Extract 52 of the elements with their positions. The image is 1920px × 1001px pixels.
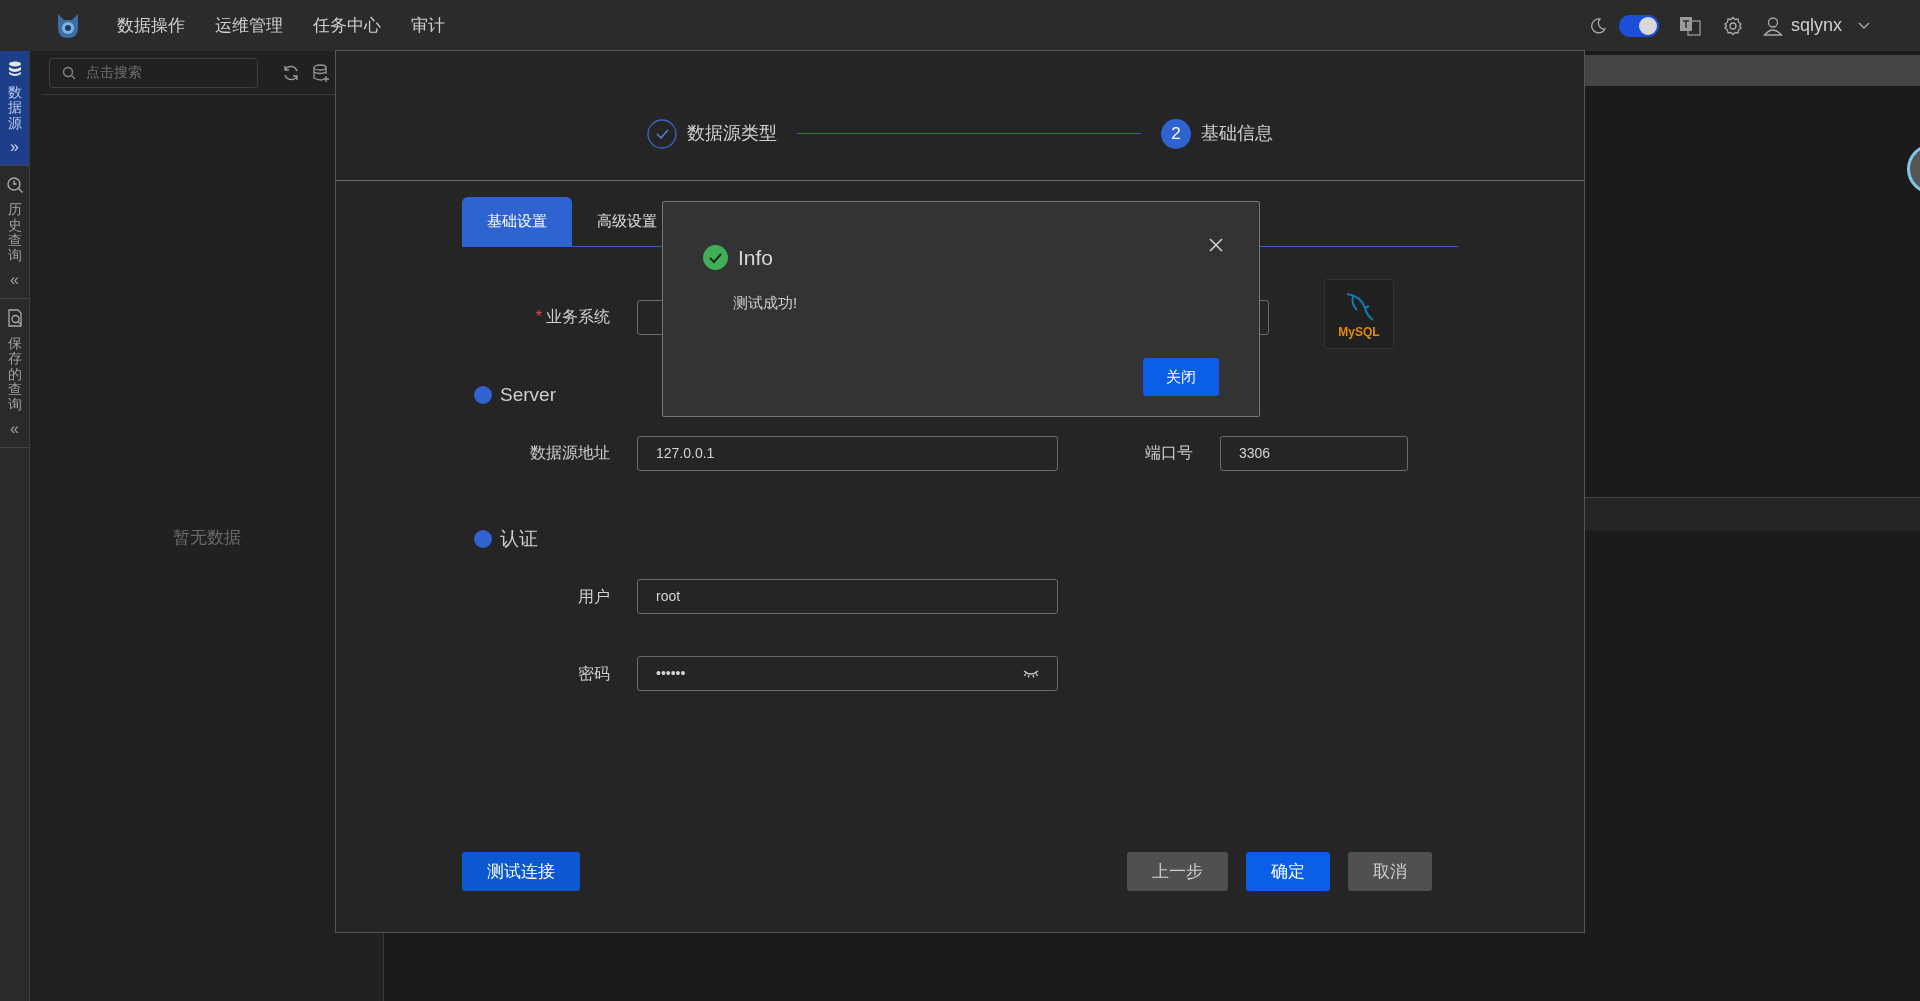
- side-rail-tab[interactable]: 历史查询 «: [0, 166, 29, 299]
- step-number: 2: [1161, 118, 1191, 149]
- footer-button[interactable]: 取消: [1348, 852, 1432, 891]
- moon-icon: [1588, 16, 1607, 35]
- field-label: 用户: [578, 586, 610, 607]
- chevron-icon[interactable]: »: [10, 139, 19, 156]
- dialog-title: Info: [738, 245, 774, 271]
- chevron-icon[interactable]: «: [10, 271, 19, 288]
- mysql-logo: MySQL: [1324, 279, 1394, 349]
- saved-search-icon: [6, 308, 23, 328]
- step-label: 基础信息: [1201, 122, 1273, 145]
- database-icon: [7, 61, 22, 77]
- chevron-down-icon[interactable]: [1858, 21, 1870, 30]
- section-title: Server: [500, 383, 556, 407]
- add-database-icon[interactable]: [312, 63, 330, 82]
- password-field[interactable]: ••••••: [637, 656, 1058, 691]
- input-field[interactable]: root: [637, 579, 1058, 614]
- field-label: 端口号: [1145, 443, 1193, 463]
- chevron-icon[interactable]: «: [10, 420, 19, 437]
- field-label: 密码: [578, 663, 610, 684]
- footer-button[interactable]: 确定: [1246, 852, 1330, 891]
- eye-closed-icon[interactable]: [1023, 668, 1039, 679]
- menu-item[interactable]: 运维管理: [215, 12, 283, 39]
- test-connection-button[interactable]: 测试连接: [462, 852, 580, 891]
- settings-icon[interactable]: [1722, 15, 1743, 36]
- input-field[interactable]: 3306: [1220, 435, 1408, 471]
- side-rail-tab[interactable]: 保存的查询 «: [0, 298, 29, 448]
- section-title: 认证: [500, 526, 538, 551]
- input-field[interactable]: 127.0.0.1: [637, 435, 1058, 471]
- search-icon: [62, 65, 76, 80]
- form-tab[interactable]: 基础设置: [462, 197, 572, 246]
- user-name[interactable]: sqlynx: [1790, 12, 1842, 39]
- required-asterisk: *: [535, 307, 542, 327]
- side-rail-tab[interactable]: 数据源 »: [0, 51, 29, 167]
- footer-button[interactable]: 上一步: [1127, 852, 1228, 891]
- menu-item[interactable]: 审计: [411, 12, 445, 39]
- cat-logo-icon: [55, 11, 81, 40]
- menu-item[interactable]: 任务中心: [313, 12, 381, 39]
- refresh-icon[interactable]: [282, 63, 300, 82]
- close-icon[interactable]: [1209, 238, 1223, 252]
- menu-item[interactable]: 数据操作: [117, 12, 185, 39]
- dialog-message: 测试成功!: [733, 292, 799, 313]
- empty-state-text: 暂无数据: [172, 527, 241, 550]
- clock-search-icon: [5, 176, 24, 195]
- user-icon[interactable]: [1762, 15, 1783, 36]
- field-label: 数据源地址: [530, 443, 610, 463]
- field-label: 业务系统: [546, 307, 610, 327]
- success-check-icon: [703, 245, 728, 271]
- close-button[interactable]: 关闭: [1143, 358, 1219, 396]
- translate-icon[interactable]: [1678, 15, 1701, 36]
- step-label: 数据源类型: [687, 122, 777, 145]
- dark-mode-toggle[interactable]: [1618, 14, 1659, 37]
